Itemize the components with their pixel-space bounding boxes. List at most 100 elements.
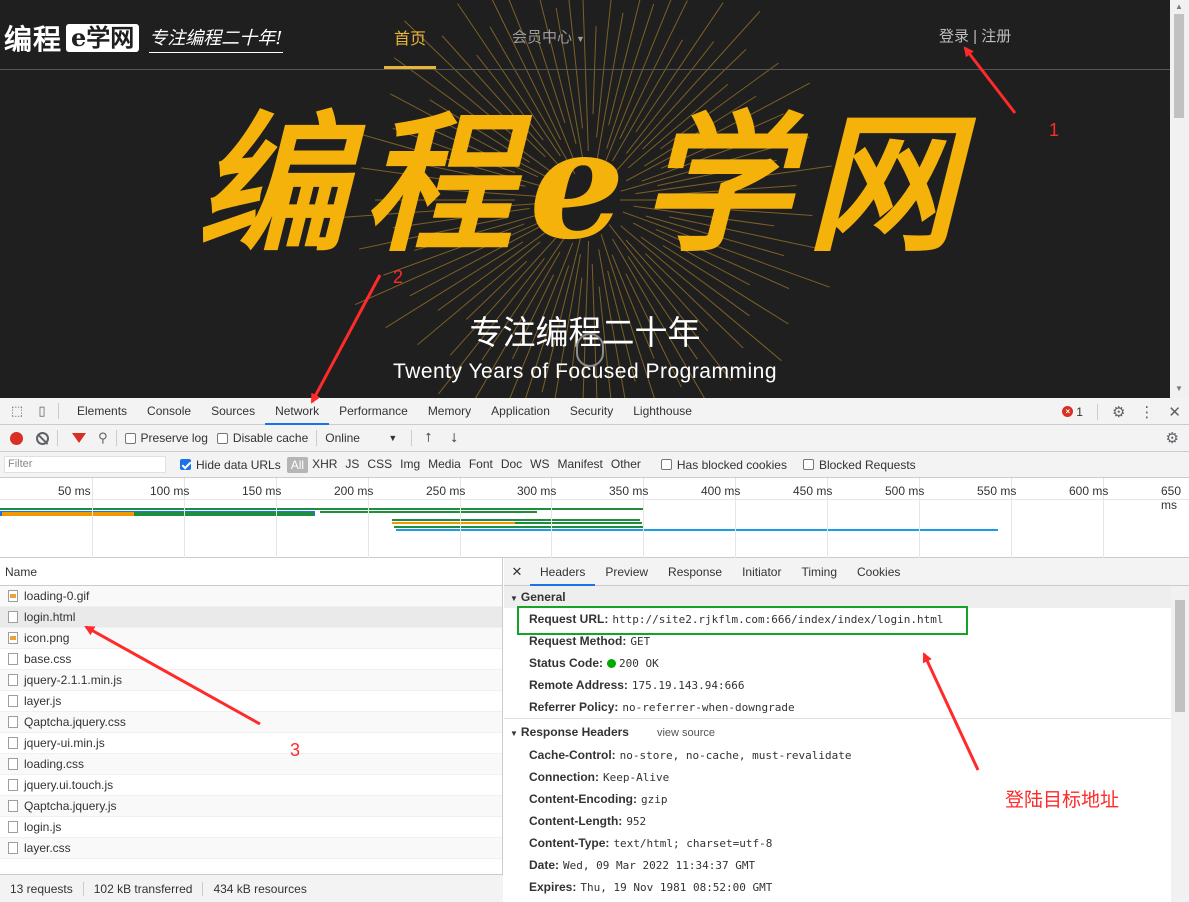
scrollbar-thumb[interactable] <box>1174 14 1184 118</box>
login-register-link[interactable]: 登录 | 注册 <box>939 25 1011 46</box>
error-counter[interactable]: × 1 <box>1062 405 1083 419</box>
has-blocked-cookies-label: Has blocked cookies <box>676 457 787 472</box>
import-har-icon[interactable]: ⭡ <box>420 430 436 446</box>
request-row[interactable]: layer.js <box>0 691 502 712</box>
filter-type-xhr[interactable]: XHR <box>308 457 341 473</box>
nav-member-link[interactable]: 会员中心 ▼ <box>512 26 585 47</box>
settings-gear-icon[interactable]: ⚙ <box>1112 403 1125 421</box>
scrollbar-thumb[interactable] <box>1175 600 1185 712</box>
detail-tab-headers[interactable]: Headers <box>530 558 596 586</box>
timeline-bar <box>515 522 642 524</box>
request-row[interactable]: jquery-2.1.1.min.js <box>0 670 502 691</box>
record-icon[interactable] <box>10 431 23 445</box>
scroll-down-arrow-icon[interactable]: ▼ <box>1175 384 1183 393</box>
tab-memory[interactable]: Memory <box>418 398 481 425</box>
view-source-link[interactable]: view source <box>657 727 715 739</box>
tab-performance[interactable]: Performance <box>329 398 418 425</box>
detail-tab-response[interactable]: Response <box>658 558 732 586</box>
timeline-tick-label: 600 ms <box>1069 484 1109 498</box>
header-value: 200 OK <box>619 657 659 670</box>
hide-data-urls-checkbox[interactable]: Hide data URLs <box>180 458 281 472</box>
response-headers-section-header[interactable]: ▼ Response Headers view source <box>504 718 1189 744</box>
filter-type-media[interactable]: Media <box>424 457 465 473</box>
request-row[interactable]: Qaptcha.jquery.css <box>0 712 502 733</box>
header-value: gzip <box>640 793 668 806</box>
request-name: Qaptcha.jquery.js <box>24 798 117 813</box>
tabbar-right-controls: × 1 ⚙ ⋮ ✕ <box>1062 398 1181 425</box>
has-blocked-cookies-checkbox[interactable]: Has blocked cookies <box>660 457 787 472</box>
close-devtools-icon[interactable]: ✕ <box>1168 403 1181 421</box>
preserve-log-label: Preserve log <box>140 431 208 445</box>
tab-console[interactable]: Console <box>137 398 201 425</box>
request-row[interactable]: login.js <box>0 817 502 838</box>
site-logo[interactable]: 编程 e学网 专注编程二十年! <box>4 22 283 56</box>
disable-cache-checkbox[interactable]: Disable cache <box>216 431 308 445</box>
document-file-icon <box>8 842 18 854</box>
detail-tab-initiator[interactable]: Initiator <box>732 558 791 586</box>
export-har-icon[interactable]: ⭣ <box>446 430 462 446</box>
request-row[interactable]: login.html <box>0 607 502 628</box>
general-section-header[interactable]: ▼ General <box>504 586 1189 608</box>
header-row: Date: Wed, 09 Mar 2022 11:34:37 GMT <box>504 854 1189 876</box>
page-scrollbar[interactable]: ▲ ▼ <box>1170 0 1189 398</box>
request-row[interactable]: jquery.ui.touch.js <box>0 775 502 796</box>
tab-lighthouse[interactable]: Lighthouse <box>623 398 702 425</box>
filter-bar: Filter Hide data URLs All XHR JS CSS Img Medi… <box>0 452 1189 478</box>
tab-elements[interactable]: Elements <box>67 398 137 425</box>
filter-type-doc[interactable]: Doc <box>497 457 526 473</box>
header-key: Content-Length: <box>529 814 623 828</box>
network-settings-gear-icon[interactable]: ⚙ <box>1166 429 1179 447</box>
more-options-icon[interactable]: ⋮ <box>1139 403 1154 421</box>
filter-funnel-icon[interactable] <box>72 433 86 443</box>
request-url-highlight-box <box>517 606 968 635</box>
request-row[interactable]: loading-0.gif <box>0 586 502 607</box>
filter-type-css[interactable]: CSS <box>363 457 396 473</box>
request-row[interactable]: jquery-ui.min.js <box>0 733 502 754</box>
network-overview-timeline[interactable]: 50 ms 100 ms 150 ms 200 ms 250 ms 300 ms 350 m… <box>0 478 1189 558</box>
close-detail-icon[interactable]: ✕ <box>504 564 530 580</box>
preserve-log-checkbox[interactable]: Preserve log <box>124 431 208 445</box>
filter-type-manifest[interactable]: Manifest <box>554 457 607 473</box>
document-file-icon <box>8 653 18 665</box>
filter-type-ws[interactable]: WS <box>526 457 553 473</box>
document-file-icon <box>8 779 18 791</box>
throttling-select[interactable]: Online ▼ <box>325 431 397 445</box>
checkbox-box <box>180 459 191 470</box>
filter-type-js[interactable]: JS <box>341 457 363 473</box>
filter-input[interactable]: Filter <box>4 456 166 473</box>
detail-tab-cookies[interactable]: Cookies <box>847 558 910 586</box>
timeline-bar <box>392 519 640 521</box>
divider <box>57 430 58 446</box>
request-name: base.css <box>24 651 72 666</box>
request-row[interactable]: loading.css <box>0 754 502 775</box>
tab-sources[interactable]: Sources <box>201 398 265 425</box>
filter-type-all[interactable]: All <box>286 456 309 473</box>
nav-home-link[interactable]: 首页 <box>394 25 426 49</box>
tab-network[interactable]: Network <box>265 398 330 425</box>
request-row[interactable]: base.css <box>0 649 502 670</box>
scroll-up-arrow-icon[interactable]: ▲ <box>1175 2 1183 11</box>
detail-tab-timing[interactable]: Timing <box>791 558 847 586</box>
detail-scrollbar[interactable] <box>1171 586 1189 902</box>
name-column-header[interactable]: Name <box>0 558 502 586</box>
request-row[interactable]: layer.css <box>0 838 502 859</box>
detail-tab-preview[interactable]: Preview <box>595 558 658 586</box>
filter-type-other[interactable]: Other <box>607 457 645 473</box>
request-row[interactable]: icon.png <box>0 628 502 649</box>
device-toolbar-icon[interactable]: ▯ <box>34 403 50 419</box>
request-detail-pane: ✕ Headers Preview Response Initiator Timing C… <box>504 558 1189 902</box>
request-name: loading-0.gif <box>24 588 90 603</box>
filter-type-img[interactable]: Img <box>396 457 424 473</box>
inspect-element-icon[interactable]: ⬚ <box>9 403 25 419</box>
timeline-tick-label: 200 ms <box>334 484 374 498</box>
search-icon[interactable]: ⚲ <box>98 430 108 446</box>
header-key: Referrer Policy: <box>529 700 619 714</box>
tab-security[interactable]: Security <box>560 398 623 425</box>
document-file-icon <box>8 611 18 623</box>
clear-icon[interactable] <box>36 431 49 445</box>
filter-type-font[interactable]: Font <box>465 457 497 473</box>
request-row[interactable]: Qaptcha.jquery.js <box>0 796 502 817</box>
tab-application[interactable]: Application <box>481 398 560 425</box>
blocked-requests-checkbox[interactable]: Blocked Requests <box>802 458 916 472</box>
hero-english-subtitle: Twenty Years of Focused Programming <box>392 360 777 383</box>
